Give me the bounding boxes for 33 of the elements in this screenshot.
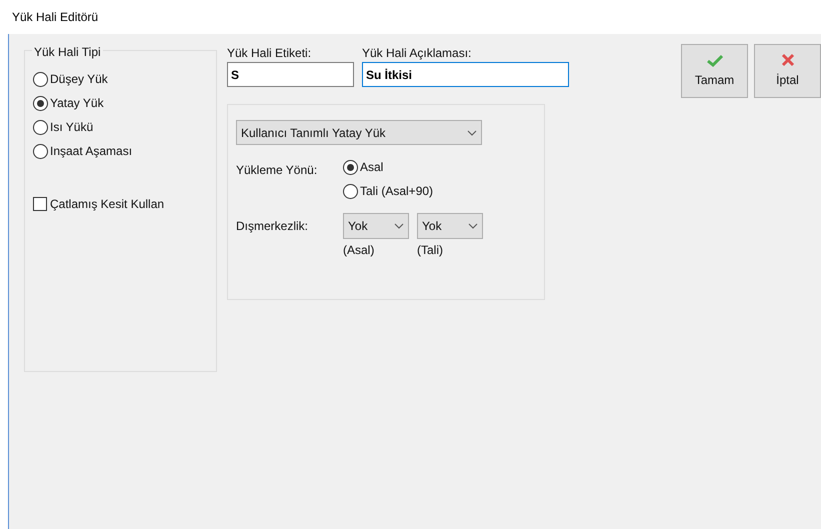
close-icon [780,53,794,67]
radio-label: Yatay Yük [50,95,104,112]
chevron-down-icon [468,223,478,229]
field-label: Yük Hali Açıklaması: [362,45,472,62]
dropdown[interactable]: Kullanıcı Tanımlı Yatay Yük [236,120,482,145]
radio-button[interactable] [33,120,48,134]
radio-label: Inşaat Aşaması [50,143,132,160]
dropdown[interactable]: Yok [343,213,409,239]
radio-label: Asal [360,159,384,176]
cancel-button[interactable]: İptal [754,44,821,98]
checkbox-label: Çatlamış Kesit Kullan [50,196,164,213]
radio-label: Tali (Asal+90) [360,183,434,200]
chevron-down-icon [394,223,404,229]
input-field[interactable]: Su İtkisi [362,62,569,87]
radio-button[interactable] [33,96,48,110]
checkbox[interactable] [33,197,47,211]
dropdown[interactable]: Yok [417,213,483,239]
window-title: Yük Hali Editörü [12,9,98,26]
radio-label: Düşey Yük [50,71,108,88]
dropdown-caption: (Asal) [343,242,376,259]
input-field[interactable]: S [227,62,354,87]
radio-label: Isı Yükü [50,119,94,136]
radio-button[interactable] [33,144,48,158]
chevron-down-icon [467,130,477,136]
ok-button[interactable]: Tamam [681,44,748,98]
dropdown-caption: (Tali) [417,242,444,259]
direction-label: Yükleme Yönü: [236,162,318,179]
eccentricity-label: Dışmerkezlik: [236,218,310,235]
radio-button[interactable] [343,184,358,198]
radio-button[interactable] [343,160,358,174]
checkmark-icon [706,54,722,66]
field-label: Yük Hali Etiketi: [227,45,312,62]
radio-button[interactable] [33,72,48,86]
